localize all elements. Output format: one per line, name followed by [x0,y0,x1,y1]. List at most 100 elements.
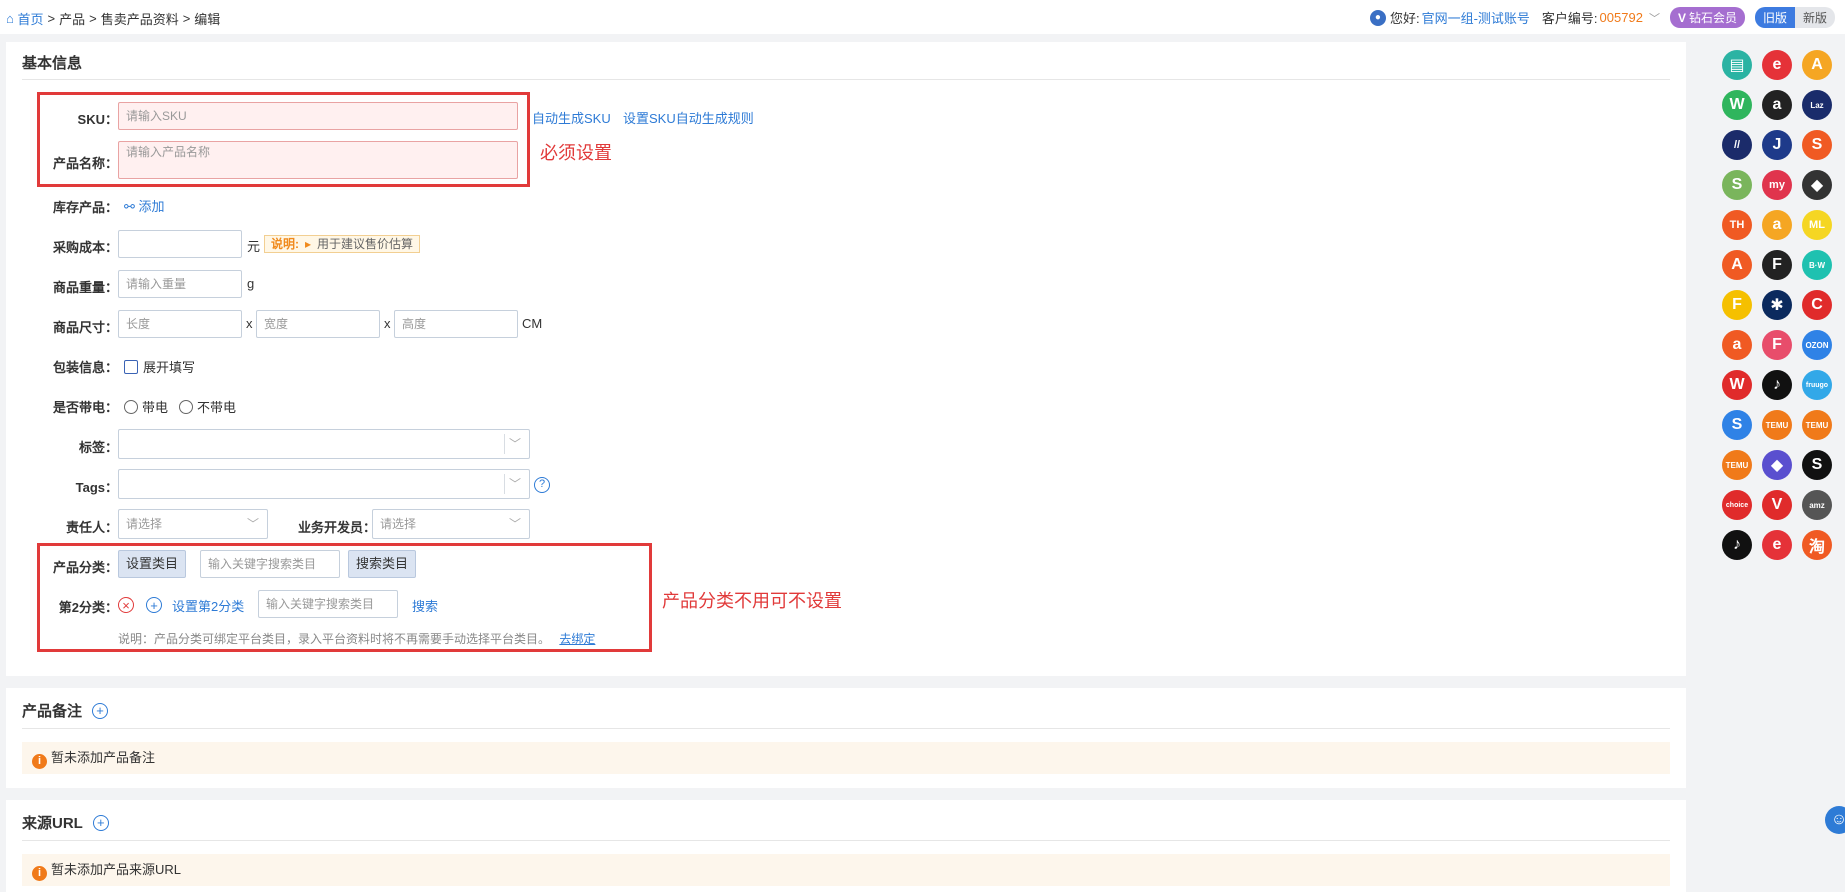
user-icon: ● [1369,9,1386,26]
ozon-icon[interactable]: OZON [1802,330,1832,360]
required-highlight [37,92,530,187]
chevron-down-icon: ﹀ [246,517,259,531]
wayfair-icon[interactable]: W [1722,370,1752,400]
v-platform-icon[interactable]: V [1762,490,1792,520]
ebay-e-icon[interactable]: e [1762,530,1792,560]
allegro-icon[interactable]: a [1722,330,1752,360]
wish-icon[interactable]: W [1722,90,1752,120]
size-unit: CM [522,316,543,331]
temu-semi-icon[interactable]: TEMU [1802,410,1832,440]
info-icon: i [32,865,47,881]
remark-title: 产品备注 + [22,700,109,721]
owner-select[interactable]: 请选择 ﹀ [118,509,268,539]
walmart-icon[interactable]: ✱ [1762,290,1792,320]
auto-sku-link[interactable]: 自动生成SKU [532,108,611,127]
doc-platform-icon[interactable]: ▤ [1722,50,1752,80]
weight-input[interactable]: 请输入重量 [118,270,242,298]
basic-info-card: 基本信息 SKU： 请输入SKU 自动生成SKU 设置SKU自动生成规则 产品名… [6,42,1686,676]
flipkart-f-icon[interactable]: F [1762,330,1792,360]
tags-select[interactable]: ﹀ [118,469,530,499]
electric-yes-radio[interactable]: 带电 [124,397,168,416]
fnac-icon[interactable]: F [1722,290,1752,320]
shein-s-icon[interactable]: S [1722,410,1752,440]
sku-rule-link[interactable]: 设置SKU自动生成规则 [623,108,754,127]
chevron-down-icon[interactable]: ﹀ [1649,10,1660,26]
required-note: 必须设置 [540,143,612,163]
size-label: 商品尺寸： [52,320,118,335]
shein-icon[interactable]: S [1802,450,1832,480]
new-version-button[interactable]: 新版 [1794,7,1835,28]
remark-card: 产品备注 + i 暂未添加产品备注 [6,688,1686,788]
vip-icon: V [1677,11,1686,25]
thisshop-icon[interactable]: TH [1722,210,1752,240]
amazon-icon[interactable]: a [1762,90,1792,120]
add-remark-icon[interactable]: + [92,702,109,719]
taobao-icon[interactable]: 淘 [1802,530,1832,560]
stock-add-button[interactable]: ⚯ 添加 [124,196,165,215]
cost-label: 采购成本： [52,240,118,255]
source-card: 来源URL + i 暂未添加产品来源URL [6,800,1686,892]
aliexpress-a-icon[interactable]: A [1802,50,1832,80]
bw-icon[interactable]: B·W [1802,250,1832,280]
weight-unit: g [247,276,255,291]
electric-no-radio[interactable]: 不带电 [179,397,236,416]
cost-input[interactable] [118,230,242,258]
add-source-icon[interactable]: + [92,814,109,831]
source-title: 来源URL + [22,812,109,833]
fruugo-frame-icon[interactable]: F [1762,250,1792,280]
length-input[interactable]: 长度 [118,310,242,338]
breadcrumb-home[interactable]: 首页 [17,9,43,28]
lazada-icon[interactable]: Laz [1802,90,1832,120]
temu-us-icon[interactable]: TEMU [1722,450,1752,480]
alibaba-icon[interactable]: A [1722,250,1752,280]
chevron-down-icon: ﹀ [508,477,521,491]
cost-unit: 元 [247,239,261,254]
remark-empty-notice: i 暂未添加产品备注 [22,742,1670,774]
aliexpress-choice-icon[interactable]: choice [1722,490,1752,520]
shopee-icon[interactable]: S [1802,130,1832,160]
packaging-label: 包装信息： [52,360,118,375]
breadcrumb-current: 编辑 [194,12,221,27]
mymall-icon[interactable]: my [1762,170,1792,200]
jollychic-icon[interactable]: J [1762,130,1792,160]
vip-badge[interactable]: V 钻石会员 [1669,7,1745,28]
chevron-down-icon: ﹀ [508,517,521,531]
tag-select[interactable]: ﹀ [118,429,530,459]
help-icon[interactable]: ? [534,475,550,493]
width-input[interactable]: 宽度 [256,310,380,338]
cdiscount-icon[interactable]: C [1802,290,1832,320]
developer-select[interactable]: 请选择 ﹀ [372,509,530,539]
tags-label: Tags： [75,480,118,495]
user-info: ● 您好: 官网一组-测试账号 客户编号: 005792 ﹀ V 钻石会员 旧版 … [1369,7,1835,28]
chat-icon[interactable]: ☺ [1825,806,1845,834]
chevron-down-icon: ﹀ [508,437,521,451]
home-icon[interactable]: ⌂ [6,11,17,26]
customer-number: 005792 [1599,10,1643,25]
weight-label: 商品重量： [52,280,118,295]
amazon-cn-icon[interactable]: amz [1802,490,1832,520]
top-bar: ⌂ 首页 > 产品 > 售卖产品资料 > 编辑 ● 您好: 官网一组-测试账号 … [0,0,1845,34]
version-switch[interactable]: 旧版 新版 [1754,7,1835,28]
diamond-platform-icon[interactable]: ◆ [1762,450,1792,480]
tag-platform-icon[interactable]: ◆ [1802,170,1832,200]
breadcrumb-item[interactable]: 产品 [59,9,85,28]
tiktok-icon[interactable]: ♪ [1762,370,1792,400]
amazon-orange-icon[interactable]: a [1762,210,1792,240]
account-name[interactable]: 官网一组-测试账号 [1422,8,1530,27]
packaging-checkbox[interactable]: 展开填写 [124,357,195,376]
jumia-icon[interactable]: // [1722,130,1752,160]
source-empty-notice: i 暂未添加产品来源URL [22,854,1670,886]
mercadolibre-icon[interactable]: ML [1802,210,1832,240]
temu-icon[interactable]: TEMU [1762,410,1792,440]
shopify-icon[interactable]: S [1722,170,1752,200]
breadcrumb: ⌂ 首页 > 产品 > 售卖产品资料 > 编辑 [6,9,221,28]
cost-tip: 说明: ▸ 用于建议售价估算 [264,235,421,253]
height-input[interactable]: 高度 [394,310,518,338]
fruugo-icon[interactable]: fruugo [1802,370,1832,400]
stock-label: 库存产品： [52,200,118,215]
ebay-icon[interactable]: e [1762,50,1792,80]
breadcrumb-item[interactable]: 售卖产品资料 [101,9,179,28]
category-highlight [37,543,652,652]
tiktok-global-icon[interactable]: ♪ [1722,530,1752,560]
old-version-button[interactable]: 旧版 [1754,7,1795,28]
